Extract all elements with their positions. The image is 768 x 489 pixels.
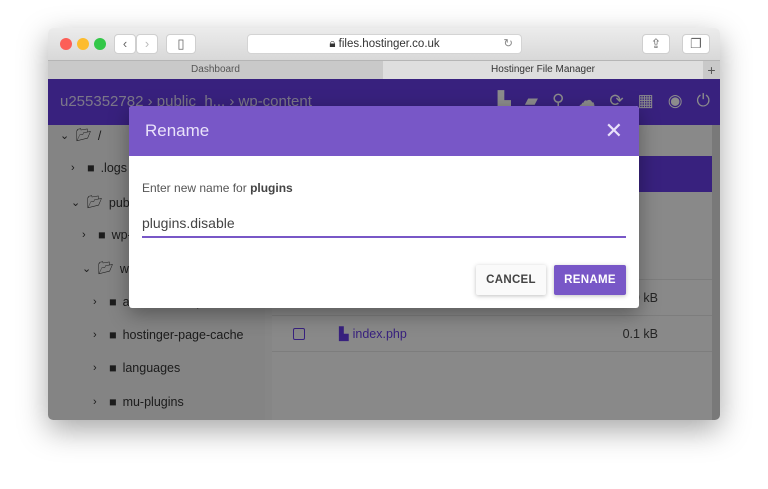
lock-icon: 🔒︎ (329, 38, 339, 50)
prompt-target: plugins (250, 181, 293, 195)
reload-icon[interactable]: ↻ (503, 35, 513, 53)
dialog-title: Rename (145, 121, 210, 140)
browser-window: ‹ › ▯ 🔒︎ files.hostinger.co.uk ↻ ⇪ ❐ Dash… (48, 28, 720, 420)
title-bar: ‹ › ▯ 🔒︎ files.hostinger.co.uk ↻ ⇪ ❐ (48, 28, 720, 60)
prompt-text: Enter new name for (142, 181, 251, 195)
share-button[interactable]: ⇪ (642, 34, 670, 54)
forward-button[interactable]: › (136, 34, 158, 54)
close-window-button[interactable] (60, 38, 72, 50)
dialog-prompt: Enter new name for plugins (142, 181, 293, 195)
zoom-window-button[interactable] (94, 38, 106, 50)
file-manager: u255352782 › public_h... › wp-content ▙ … (48, 79, 720, 420)
minimize-window-button[interactable] (77, 38, 89, 50)
tab-bar: Dashboard Hostinger File Manager + (48, 60, 720, 80)
dialog-header: Rename ✕ (129, 106, 639, 156)
tab-file-manager[interactable]: Hostinger File Manager (383, 61, 703, 80)
rename-button[interactable]: RENAME (554, 265, 626, 295)
new-name-input[interactable] (142, 210, 626, 238)
back-button[interactable]: ‹ (114, 34, 136, 54)
new-tab-button[interactable]: + (703, 61, 720, 80)
cancel-button[interactable]: CANCEL (476, 265, 546, 295)
address-bar[interactable]: 🔒︎ files.hostinger.co.uk ↻ (247, 34, 522, 54)
close-icon[interactable]: ✕ (605, 118, 623, 144)
tab-dashboard[interactable]: Dashboard (48, 61, 383, 80)
sidebar-toggle-button[interactable]: ▯ (166, 34, 196, 54)
rename-dialog: Rename ✕ Enter new name for plugins CANC… (129, 106, 639, 308)
tabs-overview-button[interactable]: ❐ (682, 34, 710, 54)
